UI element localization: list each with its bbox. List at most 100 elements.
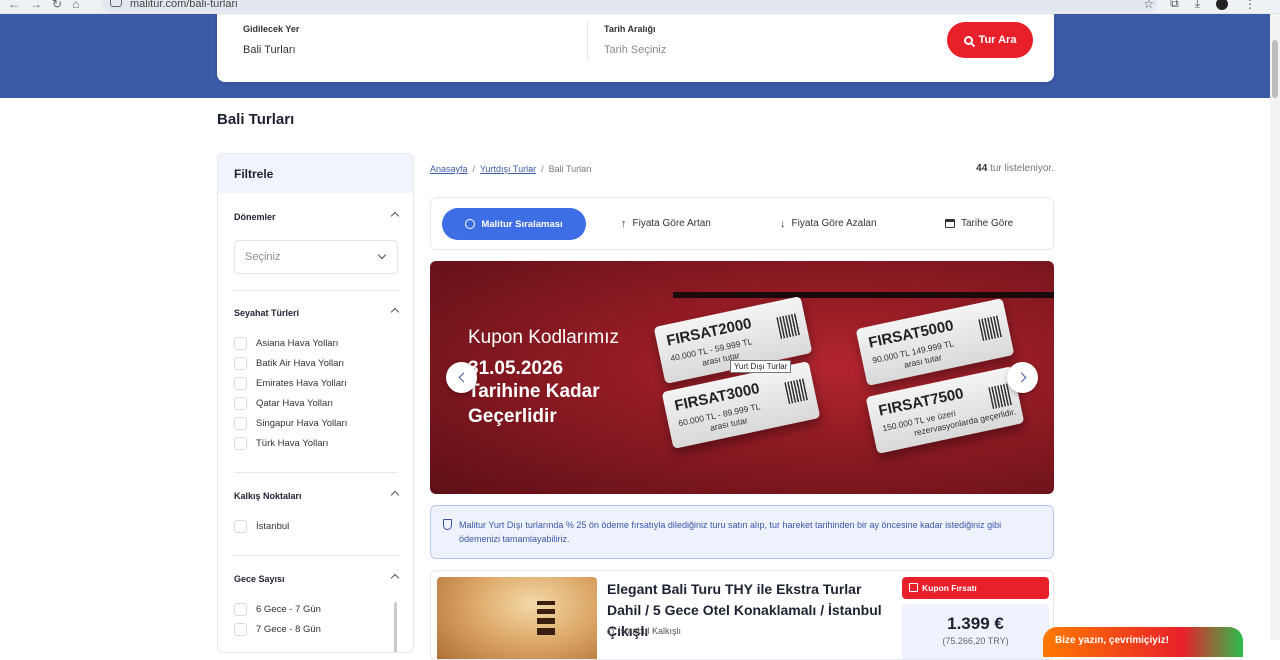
results-count: 44 tur listeleniyor. <box>976 163 1054 174</box>
filter-section-nights[interactable]: Gece Sayısı <box>234 573 400 584</box>
sort-bar: Malitur Sıralaması ↑ Fiyata Göre Artan ↓… <box>430 197 1054 250</box>
checkbox[interactable] <box>234 623 247 636</box>
destination-field[interactable]: Gidilecek Yer Bali Turları <box>243 24 299 56</box>
filter-section-travel-types[interactable]: Seyahat Türleri <box>234 307 400 318</box>
smile-icon <box>465 219 476 229</box>
checkbox[interactable] <box>234 397 247 410</box>
scrollbar-thumb[interactable] <box>1272 40 1278 98</box>
tour-departure-text: İstanbul Kalkışlı <box>618 626 682 636</box>
filter-divider <box>234 290 398 291</box>
filter-option-emirates[interactable]: Emirates Hava Yolları <box>234 377 347 390</box>
filter-option-6-nights[interactable]: 6 Gece - 7 Gün <box>234 603 321 616</box>
breadcrumb-separator: / <box>541 164 544 174</box>
price-box: 1.399 € (75.266,20 TRY) <box>902 604 1049 659</box>
sort-date-button[interactable]: Tarihe Göre <box>945 218 1013 229</box>
browser-menu-icon[interactable]: ⋮ <box>1244 0 1256 11</box>
tour-image[interactable] <box>437 577 597 659</box>
option-label: 6 Gece - 7 Gün <box>256 604 321 615</box>
banner-heading: Kupon Kodlarımız <box>468 327 620 348</box>
barcode-icon <box>988 383 1013 410</box>
sort-malitur-button[interactable]: Malitur Sıralaması <box>442 208 586 240</box>
banner-subline-2: Geçerlidir <box>468 406 557 427</box>
filter-option-qatar[interactable]: Qatar Hava Yolları <box>234 397 333 410</box>
checkbox[interactable] <box>234 437 247 450</box>
nights-title: Gece Sayısı <box>234 574 285 584</box>
promo-banner[interactable]: Kupon Kodlarımız 31.05.2026 Tarihine Kad… <box>430 261 1054 494</box>
destination-label: Gidilecek Yer <box>243 24 300 34</box>
coupon-badge: Kupon Fırsatı <box>902 577 1049 599</box>
filter-option-7-nights[interactable]: 7 Gece - 8 Gün <box>234 623 321 636</box>
address-bar[interactable]: malitur.com/bali-turlari <box>102 0 1157 12</box>
checkbox[interactable] <box>234 357 247 370</box>
carousel-next-button[interactable] <box>1007 362 1038 393</box>
option-label: Batik Air Hava Yolları <box>256 358 345 369</box>
sort-price-desc-button[interactable]: ↓ Fiyata Göre Azalan <box>780 218 877 229</box>
option-label: Singapur Hava Yolları <box>256 418 348 429</box>
profile-avatar[interactable] <box>1216 0 1228 10</box>
filter-option-istanbul[interactable]: İstanbul <box>234 520 289 533</box>
option-label: Asiana Hava Yolları <box>256 338 339 349</box>
checkbox[interactable] <box>234 417 247 430</box>
filter-divider <box>234 555 398 556</box>
url-text: malitur.com/bali-turlari <box>130 0 238 10</box>
live-chat-label: Bize yazın, çevrimiçiyiz! <box>1055 635 1169 646</box>
barcode-icon <box>978 315 1003 342</box>
filter-section-departure[interactable]: Kalkış Noktaları <box>234 490 400 501</box>
search-divider <box>587 22 588 60</box>
barcode-icon <box>784 378 809 405</box>
search-tours-label: Tur Ara <box>978 34 1017 46</box>
sort-price-asc-label: Fiyata Göre Artan <box>632 218 711 229</box>
search-tours-button[interactable]: Tur Ara <box>947 22 1033 58</box>
live-chat-button[interactable]: Bize yazın, çevrimiçiyiz! <box>1043 627 1243 657</box>
tour-price-try: (75.266,20 TRY) <box>942 636 1009 646</box>
reload-icon[interactable]: ↻ <box>52 0 62 11</box>
home-icon[interactable]: ⌂ <box>72 0 79 11</box>
tour-price: 1.399 € <box>947 614 1004 633</box>
breadcrumb-separator: / <box>472 164 476 174</box>
filter-option-turk-hava[interactable]: Türk Hava Yolları <box>234 437 328 450</box>
barcode-icon <box>776 313 801 340</box>
sort-price-asc-button[interactable]: ↑ Fiyata Göre Artan <box>621 218 711 229</box>
site-settings-icon[interactable] <box>110 0 122 7</box>
prepayment-info: Malitur Yurt Dışı turlarında % 25 ön öde… <box>430 505 1054 559</box>
arrow-up-icon: ↑ <box>621 217 627 230</box>
carousel-prev-button[interactable] <box>446 362 477 393</box>
results-count-number: 44 <box>976 163 988 174</box>
breadcrumb-abroad-link[interactable]: Yurtdışı Turlar <box>480 164 536 174</box>
checkbox[interactable] <box>234 377 247 390</box>
browser-actions: ☆ ⧉ ⤓ ⋮ <box>1143 0 1256 11</box>
filter-option-batik-air[interactable]: Batik Air Hava Yolları <box>234 357 344 370</box>
filter-divider <box>234 472 398 473</box>
filter-option-singapur[interactable]: Singapur Hava Yolları <box>234 417 347 430</box>
checkbox[interactable] <box>234 520 247 533</box>
tour-card[interactable]: Elegant Bali Turu THY ile Ekstra Turlar … <box>430 570 1054 660</box>
tour-search-box: Gidilecek Yer Bali Turları Tarih Aralığı… <box>217 14 1054 82</box>
browser-toolbar: ← → ↻ ⌂ malitur.com/bali-turlari ☆ ⧉ ⤓ ⋮ <box>0 0 1280 14</box>
option-label: Emirates Hava Yolları <box>256 378 347 389</box>
sort-price-desc-label: Fiyata Göre Azalan <box>791 218 877 229</box>
periods-select-value: Seçiniz <box>245 251 281 263</box>
breadcrumb-home-link[interactable]: Anasayfa <box>430 164 468 174</box>
page-title: Bali Turları <box>217 111 295 128</box>
date-range-placeholder[interactable]: Tarih Seçiniz <box>604 44 666 56</box>
checkbox[interactable] <box>234 603 247 616</box>
date-range-field[interactable]: Tarih Aralığı Tarih Seçiniz <box>604 24 666 56</box>
filter-option-asiana[interactable]: Asiana Hava Yolları <box>234 337 338 350</box>
filter-list-scrollbar[interactable] <box>394 602 397 652</box>
download-icon[interactable]: ⤓ <box>1195 0 1200 11</box>
page-scrollbar[interactable] <box>1270 14 1280 640</box>
shield-icon <box>443 519 452 530</box>
periods-select[interactable]: Seçiniz <box>234 240 398 274</box>
results-count-suffix: tur listeleniyor. <box>990 163 1054 174</box>
browser-nav: ← → ↻ ⌂ <box>8 0 79 11</box>
forward-icon[interactable]: → <box>30 0 42 11</box>
extensions-icon[interactable]: ⧉ <box>1170 0 1179 11</box>
destination-value[interactable]: Bali Turları <box>243 44 299 56</box>
filter-sidebar: Filtrele Dönemler Seçiniz Seyahat Türler… <box>217 153 414 653</box>
filter-section-periods[interactable]: Dönemler <box>234 211 400 222</box>
back-icon[interactable]: ← <box>8 0 20 11</box>
date-range-label: Tarih Aralığı <box>604 24 656 34</box>
bookmark-star-icon[interactable]: ☆ <box>1143 0 1154 11</box>
arrow-down-icon: ↓ <box>780 217 786 230</box>
checkbox[interactable] <box>234 337 247 350</box>
